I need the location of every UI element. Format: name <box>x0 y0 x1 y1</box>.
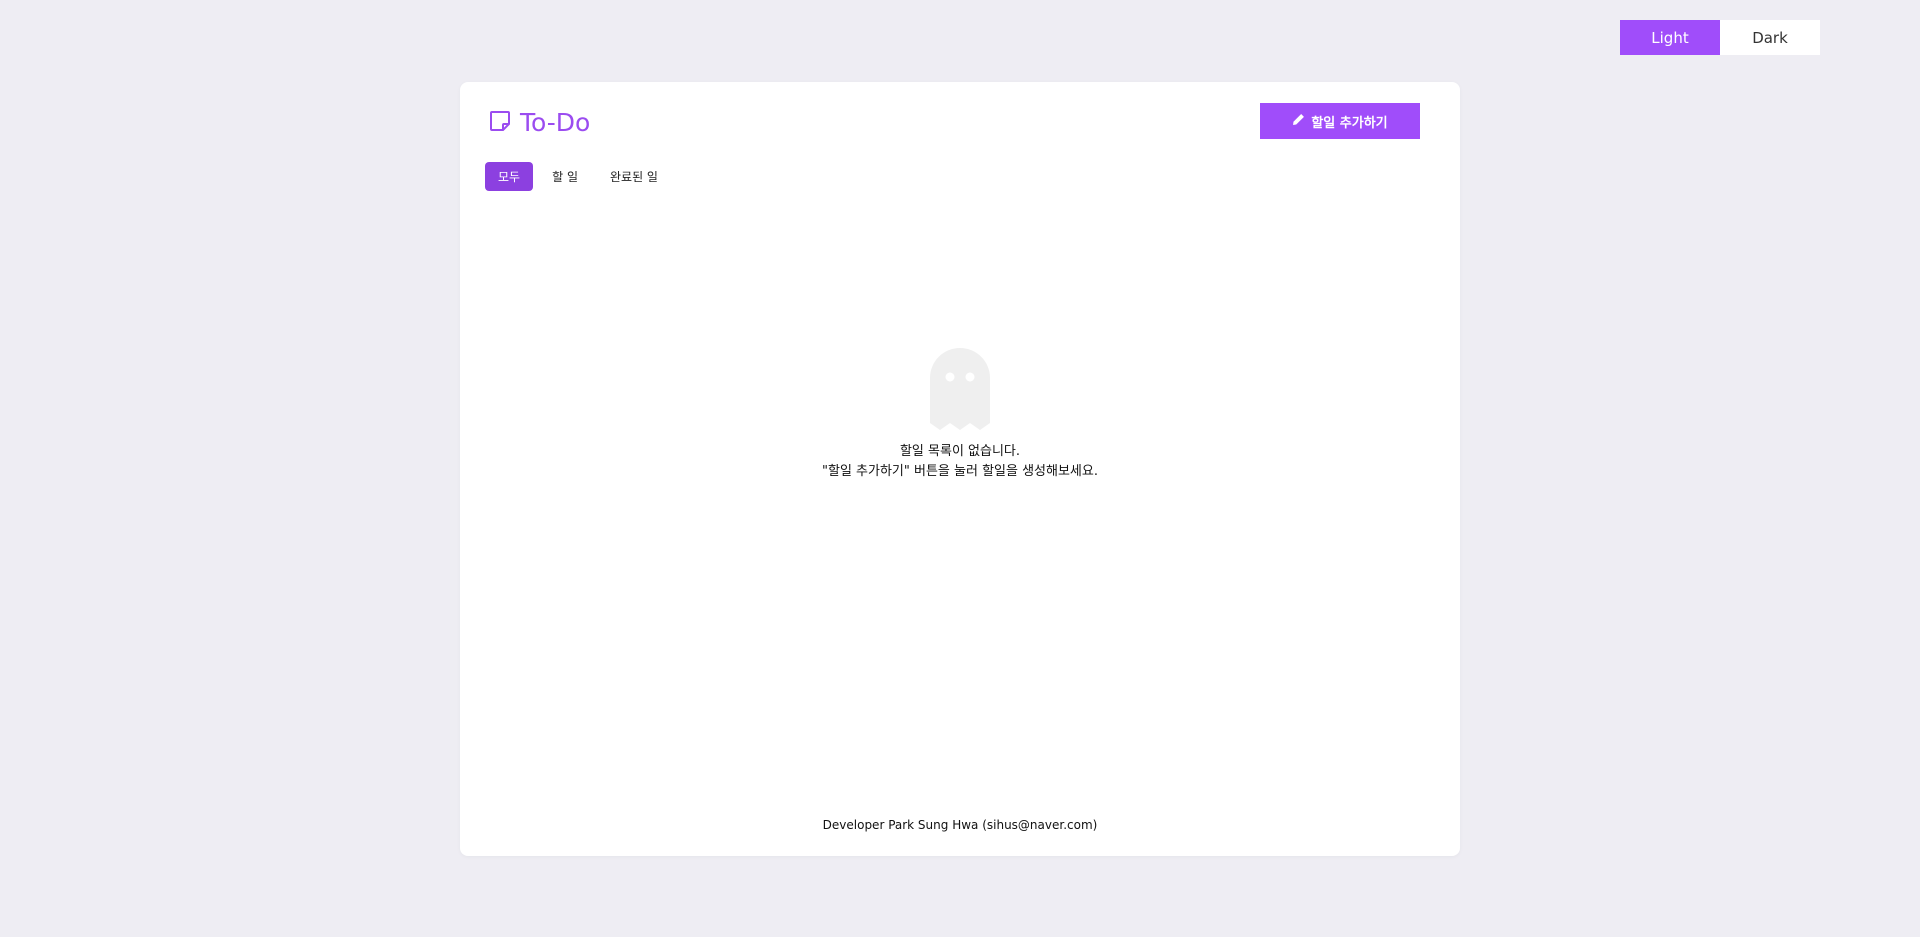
empty-message: 할일 목록이 없습니다. <box>899 444 1021 459</box>
ghost-icon <box>928 346 992 434</box>
filter-tabs: 모두 할 일 완료된 일 <box>485 162 671 191</box>
tab-all[interactable]: 모두 <box>485 162 534 191</box>
sticky-note-icon <box>488 109 512 137</box>
footer-credit: Developer Park Sung Hwa (sihus@naver.com… <box>822 818 1098 832</box>
add-todo-button[interactable]: 할일 추가하기 <box>1260 103 1420 139</box>
tab-todo[interactable]: 할 일 <box>539 162 591 191</box>
brand: To-Do <box>488 108 590 137</box>
light-theme-button[interactable]: Light <box>1620 20 1720 55</box>
dark-theme-button[interactable]: Dark <box>1720 20 1820 55</box>
add-todo-button-label: 할일 추가하기 <box>1311 115 1388 131</box>
empty-hint: "할일 추가하기" 버튼을 눌러 할일을 생성해보세요. <box>822 464 1098 479</box>
theme-toggle: Light Dark <box>1620 20 1820 55</box>
pencil-icon <box>1292 113 1305 130</box>
empty-state: 할일 목록이 없습니다. "할일 추가하기" 버튼을 눌러 할일을 생성해보세요… <box>460 346 1460 482</box>
todo-card: To-Do 할일 추가하기 모두 할 일 완료된 일 할일 목록이 없습니다. … <box>460 82 1460 856</box>
tab-completed[interactable]: 완료된 일 <box>597 162 671 191</box>
page-title: To-Do <box>520 108 591 137</box>
